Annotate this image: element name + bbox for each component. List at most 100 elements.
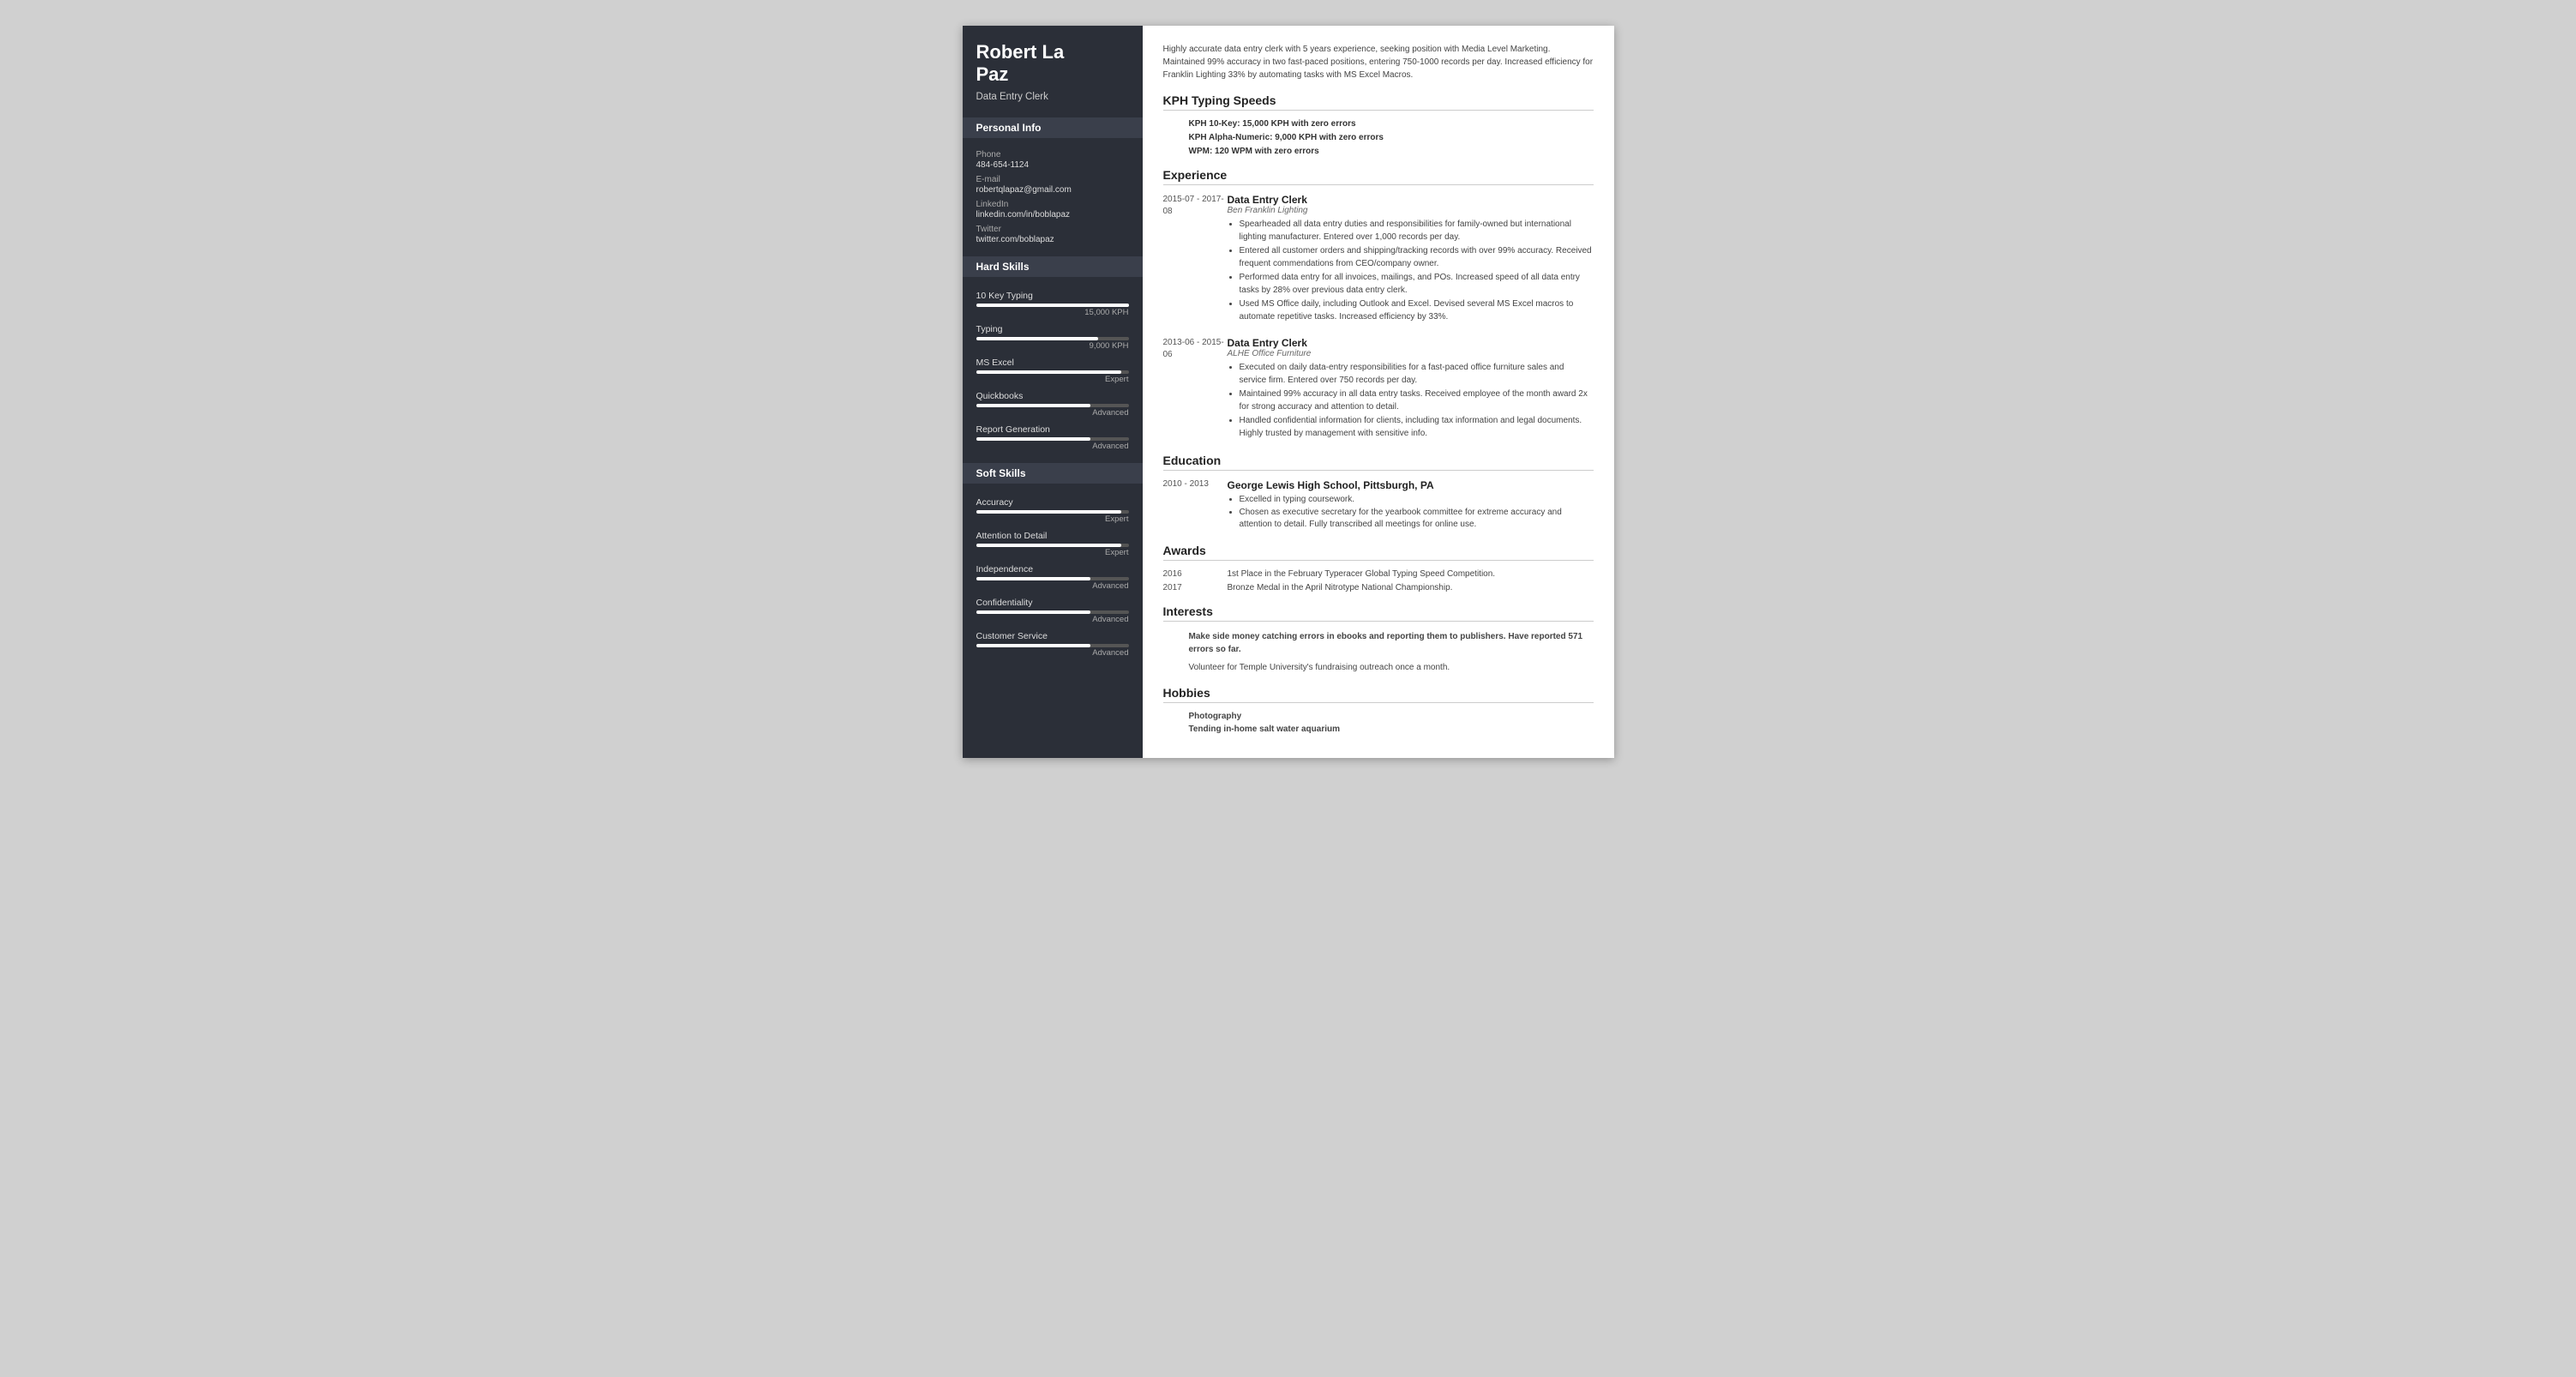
experience-section-title: Experience [1163, 168, 1594, 185]
exp-job-title: Data Entry Clerk [1228, 194, 1594, 206]
hard-skill-item: Quickbooks Advanced [976, 391, 1129, 418]
personal-info-content: Phone 484-654-1124 E-mail robertqlapaz@g… [963, 138, 1143, 251]
skill-level: Advanced [976, 581, 1129, 591]
skill-bar-bg [976, 370, 1129, 374]
soft-skill-item: Attention to Detail Expert [976, 531, 1129, 557]
hard-skill-item: Typing 9,000 KPH [976, 324, 1129, 351]
resume-wrapper: Robert La Paz Data Entry Clerk Personal … [963, 26, 1614, 758]
skill-name: 10 Key Typing [976, 291, 1129, 301]
exp-bullets: Spearheaded all data entry duties and re… [1228, 219, 1594, 323]
interests-section-title: Interests [1163, 604, 1594, 622]
linkedin-value: linkedin.com/in/boblapaz [976, 210, 1129, 219]
hard-skill-item: Report Generation Advanced [976, 424, 1129, 451]
interest-item: Make side money catching errors in ebook… [1189, 630, 1594, 656]
personal-info-header: Personal Info [963, 117, 1143, 138]
hard-skill-item: 10 Key Typing 15,000 KPH [976, 291, 1129, 317]
hard-skills-content: 10 Key Typing 15,000 KPH Typing 9,000 KP… [963, 277, 1143, 458]
kph-row: KPH 10-Key: 15,000 KPH with zero errors [1163, 119, 1594, 129]
phone-value: 484-654-1124 [976, 160, 1129, 170]
kph-row: WPM: 120 WPM with zero errors [1163, 147, 1594, 156]
kph-label: KPH Alpha-Numeric: 9,000 KPH with zero e… [1189, 133, 1384, 142]
skill-level: Advanced [976, 615, 1129, 624]
hobbies-content: Photography Tending in-home salt water aq… [1163, 712, 1594, 734]
bullet: Used MS Office daily, including Outlook … [1240, 298, 1594, 323]
bullet: Executed on daily data-entry responsibil… [1240, 362, 1594, 387]
bullet: Excelled in typing coursework. [1240, 494, 1594, 507]
awards-entries: 2016 1st Place in the February Typeracer… [1163, 569, 1594, 592]
soft-skills-header: Soft Skills [963, 463, 1143, 484]
education-section-title: Education [1163, 454, 1594, 471]
skill-bar-fill [976, 404, 1091, 407]
award-text: Bronze Medal in the April Nitrotype Nati… [1228, 583, 1594, 592]
award-year: 2016 [1163, 569, 1228, 579]
hobbies-section-title: Hobbies [1163, 686, 1594, 703]
hobby-item: Photography [1189, 712, 1594, 721]
skill-level: Advanced [976, 648, 1129, 658]
email-value: robertqlapaz@gmail.com [976, 185, 1129, 195]
skill-bar-fill [976, 304, 1129, 307]
skill-level: Advanced [976, 442, 1129, 451]
soft-skill-item: Independence Advanced [976, 564, 1129, 591]
soft-skill-item: Accuracy Expert [976, 497, 1129, 524]
skill-name: Accuracy [976, 497, 1129, 508]
skill-name: Attention to Detail [976, 531, 1129, 541]
bullet: Handled confidential information for cli… [1240, 415, 1594, 440]
education-entry: 2010 - 2013 George Lewis High School, Pi… [1163, 479, 1594, 532]
edu-bullets: Excelled in typing coursework.Chosen as … [1228, 494, 1594, 532]
award-row: 2017 Bronze Medal in the April Nitrotype… [1163, 583, 1594, 592]
education-entries: 2010 - 2013 George Lewis High School, Pi… [1163, 479, 1594, 532]
twitter-value: twitter.com/boblapaz [976, 235, 1129, 244]
exp-content: Data Entry Clerk Ben Franklin Lighting S… [1228, 194, 1594, 325]
sidebar-header: Robert La Paz Data Entry Clerk [963, 26, 1143, 112]
exp-job-title: Data Entry Clerk [1228, 337, 1594, 349]
kph-label: WPM: 120 WPM with zero errors [1189, 147, 1319, 156]
skill-bar-fill [976, 370, 1121, 374]
skill-bar-bg [976, 510, 1129, 514]
exp-company: Ben Franklin Lighting [1228, 206, 1594, 215]
skill-bar-bg [976, 404, 1129, 407]
skill-level: Expert [976, 514, 1129, 524]
award-row: 2016 1st Place in the February Typeracer… [1163, 569, 1594, 579]
candidate-title: Data Entry Clerk [976, 92, 1129, 102]
bullet: Entered all customer orders and shipping… [1240, 245, 1594, 270]
twitter-label: Twitter [976, 225, 1129, 234]
skill-name: Report Generation [976, 424, 1129, 435]
skill-level: Expert [976, 548, 1129, 557]
skill-name: MS Excel [976, 358, 1129, 368]
bullet: Spearheaded all data entry duties and re… [1240, 219, 1594, 244]
exp-date: 2015-07 - 2017-08 [1163, 194, 1228, 325]
skill-bar-fill [976, 610, 1091, 614]
skill-bar-bg [976, 610, 1129, 614]
exp-content: Data Entry Clerk ALHE Office Furniture E… [1228, 337, 1594, 442]
skill-level: Advanced [976, 408, 1129, 418]
skill-name: Typing [976, 324, 1129, 334]
hobby-item: Tending in-home salt water aquarium [1189, 725, 1594, 734]
skill-bar-bg [976, 337, 1129, 340]
skill-name: Independence [976, 564, 1129, 574]
skill-bar-fill [976, 510, 1121, 514]
hard-skills-header: Hard Skills [963, 256, 1143, 277]
skill-bar-fill [976, 437, 1091, 441]
kph-row: KPH Alpha-Numeric: 9,000 KPH with zero e… [1163, 133, 1594, 142]
award-text: 1st Place in the February Typeracer Glob… [1228, 569, 1594, 579]
bullet: Chosen as executive secretary for the ye… [1240, 507, 1594, 532]
skill-bar-fill [976, 644, 1091, 647]
interests-content: Make side money catching errors in ebook… [1163, 630, 1594, 674]
exp-date: 2013-06 - 2015-06 [1163, 337, 1228, 442]
edu-date: 2010 - 2013 [1163, 479, 1228, 532]
exp-company: ALHE Office Furniture [1228, 349, 1594, 358]
experience-entry: 2015-07 - 2017-08 Data Entry Clerk Ben F… [1163, 194, 1594, 325]
soft-skill-item: Confidentiality Advanced [976, 598, 1129, 624]
skill-level: 9,000 KPH [976, 341, 1129, 351]
linkedin-label: LinkedIn [976, 200, 1129, 209]
main-content: Highly accurate data entry clerk with 5 … [1143, 26, 1614, 758]
exp-bullets: Executed on daily data-entry responsibil… [1228, 362, 1594, 440]
soft-skill-item: Customer Service Advanced [976, 631, 1129, 658]
skill-name: Quickbooks [976, 391, 1129, 401]
experience-entries: 2015-07 - 2017-08 Data Entry Clerk Ben F… [1163, 194, 1594, 442]
skill-bar-bg [976, 644, 1129, 647]
summary-text: Highly accurate data entry clerk with 5 … [1163, 43, 1594, 81]
award-year: 2017 [1163, 583, 1228, 592]
hard-skill-item: MS Excel Expert [976, 358, 1129, 384]
kph-section-title: KPH Typing Speeds [1163, 93, 1594, 111]
